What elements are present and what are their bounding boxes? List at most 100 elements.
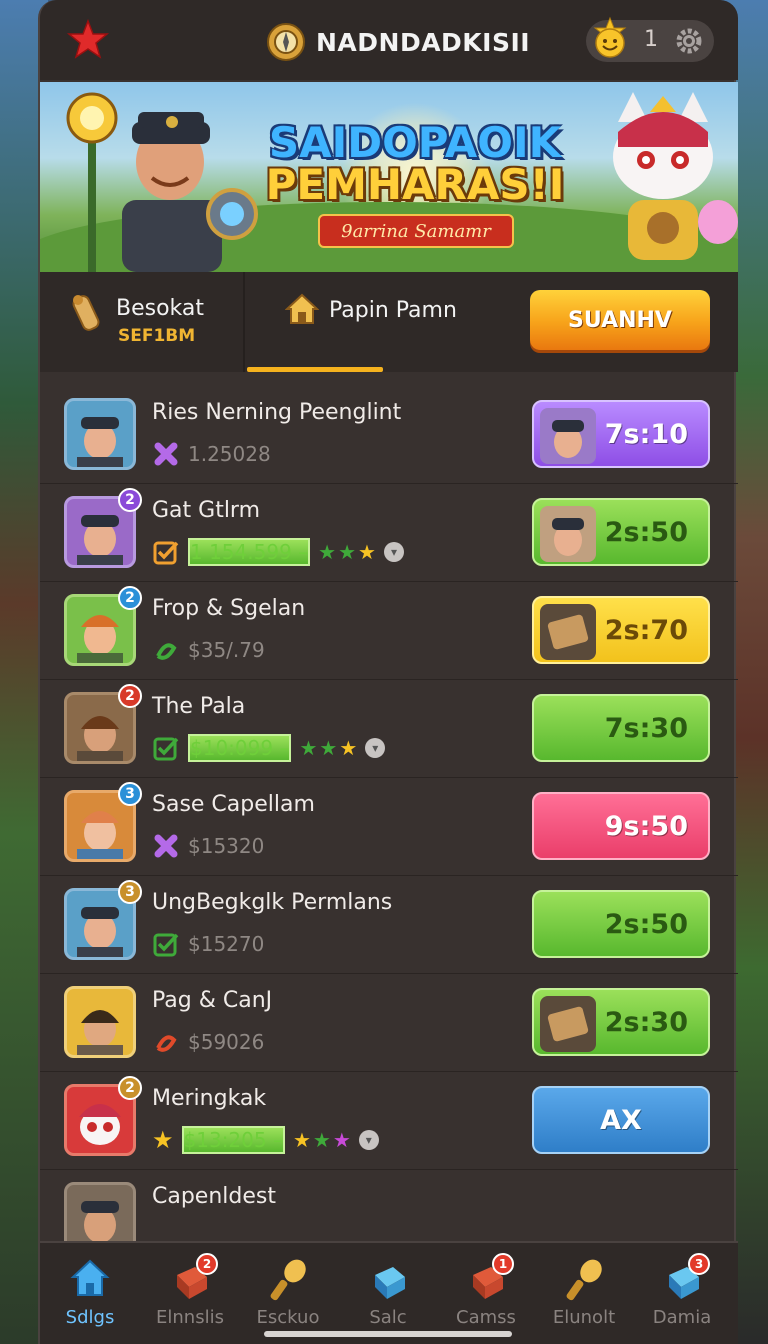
item-meta: $15320 <box>152 832 264 860</box>
list-item[interactable]: 2 Frop & Sgelan $35/.79 2s:70 <box>40 582 738 680</box>
app-title: NADNDADKISII <box>316 27 531 57</box>
timer-button[interactable]: 2s:30 <box>532 988 710 1056</box>
tab-besokat[interactable]: Besokat SEF1BM <box>40 272 245 372</box>
tab-papin-pamn[interactable]: Papin Pamn <box>247 272 527 372</box>
item-title: The Pala <box>152 694 246 719</box>
list-item[interactable]: 3 UngBegkglk Permlans $15270 2s:50 <box>40 876 738 974</box>
list-item[interactable]: 2 Meringkak ★ $13:205 – ★ ★ ★ ▾ AX <box>40 1072 738 1170</box>
captain-portrait-icon <box>81 1201 119 1241</box>
nav-item-esckuo[interactable]: Esckuo <box>242 1253 332 1339</box>
purple-x-icon <box>154 442 178 466</box>
button-thumbnail <box>540 408 596 464</box>
level-badge: 2 <box>118 488 142 512</box>
star-icon: ★ <box>332 1128 351 1152</box>
timer-button[interactable]: 2s:70 <box>532 596 710 664</box>
list-item[interactable]: 3 Sase Capellam $15320 9s:50 <box>40 778 738 876</box>
item-meta: $10:099 – ★ ★ ★ ▾ <box>152 734 386 762</box>
timer-label: 2s:70 <box>604 614 688 646</box>
timer-button[interactable]: AX <box>532 1086 710 1154</box>
timer-label: 2s:50 <box>604 516 688 548</box>
button-thumbnail <box>540 996 596 1052</box>
nav-item-salc[interactable]: Salc <box>342 1253 432 1339</box>
orange-check-icon <box>153 541 179 565</box>
item-meta: $59026 <box>152 1028 264 1056</box>
star-icon: ★ <box>299 736 318 760</box>
banner-cat-character <box>613 92 738 260</box>
nav-item-sdlgs[interactable]: Sdlgs <box>44 1253 134 1339</box>
nav-item-elnnslis[interactable]: 2 Elnnslis <box>144 1253 234 1339</box>
top-bar: NADNDADKISII 1 <box>40 0 738 80</box>
timer-button[interactable]: 2s:50 <box>532 890 710 958</box>
timer-button[interactable]: 2s:50 <box>532 498 710 566</box>
item-value: 1.25028 <box>188 442 271 466</box>
tab-besokat-label: Besokat <box>116 296 205 321</box>
banner-captain-character <box>66 92 258 272</box>
timer-label: 2s:30 <box>604 1006 688 1038</box>
promo-banner[interactable]: SAIDOPAOIK PEMHARAS!I 9arrina Samamr <box>40 82 738 272</box>
nav-label: Salc <box>369 1307 407 1328</box>
home-indicator[interactable] <box>264 1331 512 1337</box>
star-icon[interactable] <box>66 18 110 62</box>
star-icon: ★ <box>338 540 357 564</box>
primary-action-button[interactable]: SUANHV <box>530 290 710 350</box>
list-item[interactable]: Pag & CanJ $59026 2s:30 <box>40 974 738 1072</box>
blue-block-icon <box>375 1267 405 1299</box>
home-icon <box>70 1259 110 1296</box>
avatar <box>64 986 136 1058</box>
item-title: Sase Capellam <box>152 792 315 817</box>
item-value: $15320 <box>188 834 265 858</box>
nav-item-damia[interactable]: 3 Damia <box>636 1253 726 1339</box>
timer-label: 7s:10 <box>604 418 688 450</box>
chevron-down-icon[interactable]: ▾ <box>383 542 404 562</box>
house-icon <box>285 293 319 324</box>
list-item[interactable]: 2 The Pala $10:099 – ★ ★ ★ ▾ 7s:30 <box>40 680 738 778</box>
nav-item-camss[interactable]: 1 Camss <box>440 1253 530 1339</box>
nav-label: Damia <box>652 1307 712 1328</box>
star-icon: ★ <box>292 1128 311 1152</box>
rogue-portrait-icon <box>77 1010 123 1055</box>
timer-button[interactable]: 7s:30 <box>532 694 710 762</box>
star-rating: ★ ★ ★ <box>293 1128 351 1152</box>
currency-pill[interactable]: 1 <box>586 16 714 62</box>
captain-portrait-icon <box>77 417 123 467</box>
tab-bar: Besokat SEF1BM Papin Pamn SUANHV <box>40 272 738 372</box>
timer-label: 9s:50 <box>604 810 688 842</box>
item-meta: $35/.79 <box>152 636 265 664</box>
star-rating: ★ ★ ★ <box>299 736 357 760</box>
avatar <box>64 398 136 470</box>
list-item[interactable]: Capenldest <box>40 1170 738 1241</box>
nav-label: Elnnslis <box>156 1307 224 1328</box>
item-title: Meringkak <box>152 1086 267 1111</box>
star-icon: ★ <box>318 540 337 564</box>
timer-label: 2s:50 <box>604 908 688 940</box>
star-icon: ★ <box>339 736 358 760</box>
item-value: $59026 <box>188 1030 265 1054</box>
timer-button[interactable]: 7s:10 <box>532 400 710 468</box>
nav-label: Sdlgs <box>65 1307 115 1328</box>
nav-item-elunolt[interactable]: Elunolt <box>538 1253 628 1339</box>
item-meta: ★ $13:205 – ★ ★ ★ ▾ <box>152 1126 379 1154</box>
green-swirl-icon <box>156 643 177 660</box>
item-title: Gat Gtlrm <box>152 498 261 523</box>
level-badge: 2 <box>118 586 142 610</box>
banner-ribbon: 9arrina Samamr <box>318 214 514 248</box>
gear-icon[interactable] <box>672 24 706 58</box>
active-tab-indicator <box>247 367 383 372</box>
purple-x-icon <box>154 834 178 858</box>
item-value: $35/.79 <box>188 638 265 662</box>
item-value: 1 154.599 – <box>188 538 311 566</box>
chevron-down-icon[interactable]: ▾ <box>365 738 386 758</box>
list-item[interactable]: 2 Gat Gtlrm 1 154.599 – ★ ★ ★ ▾ 2s:50 <box>40 484 738 582</box>
chevron-down-icon[interactable]: ▾ <box>358 1130 379 1150</box>
star-rating: ★ ★ ★ <box>318 540 376 564</box>
microphone-icon <box>566 1259 602 1301</box>
list-item[interactable]: Ries Nerning Peenglint 1.25028 7s:10 <box>40 386 738 484</box>
compass-icon <box>267 23 305 61</box>
notification-badge: 1 <box>492 1253 514 1275</box>
red-swirl-icon <box>156 1035 177 1052</box>
timer-button[interactable]: 9s:50 <box>532 792 710 860</box>
avatar <box>64 1182 136 1241</box>
item-value: $10:099 – <box>188 734 292 762</box>
notification-badge: 3 <box>688 1253 710 1275</box>
item-list: Ries Nerning Peenglint 1.25028 7s:10 2 G… <box>40 386 738 1241</box>
